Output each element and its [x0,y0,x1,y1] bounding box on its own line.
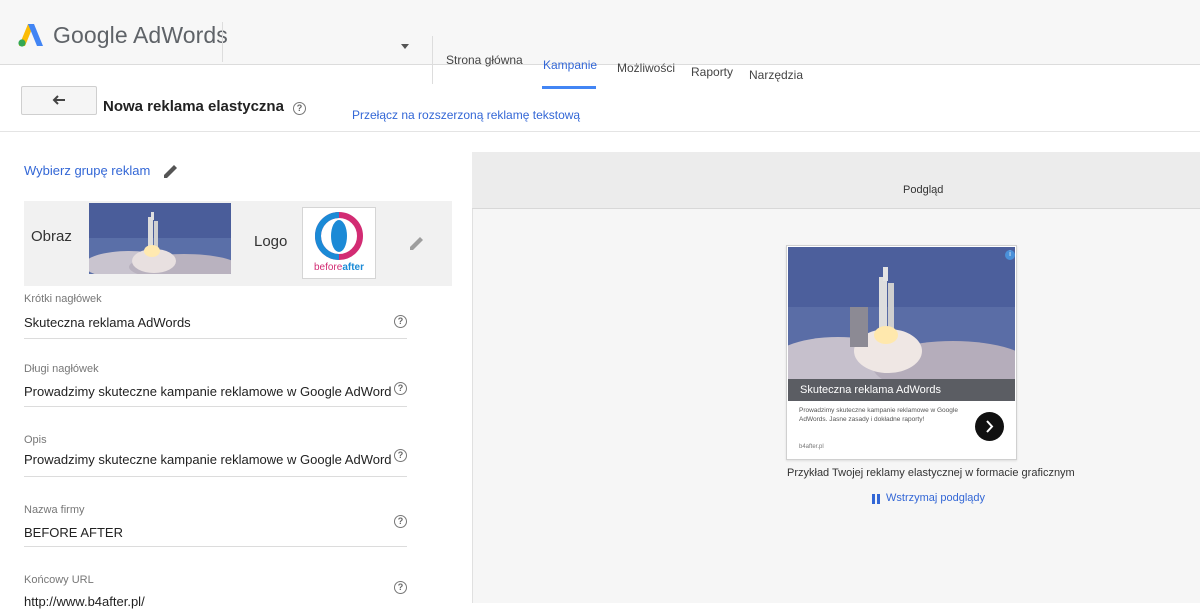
tab-home[interactable]: Strona główna [446,53,523,67]
adchoices-icon[interactable]: i [1005,250,1015,260]
logo-wordmark: beforeafter [313,262,365,273]
back-button[interactable] [21,86,97,115]
image-thumbnail[interactable] [89,203,231,274]
preview-caption: Przykład Twojej reklamy elastycznej w fo… [787,467,1075,479]
tab-campaigns[interactable]: Kampanie [543,58,597,72]
ad-description: Prowadzimy skuteczne kampanie reklamowe … [799,407,958,423]
active-tab-indicator [542,86,596,89]
pause-previews-link[interactable]: Wstrzymaj podglądy [872,492,985,504]
nav-divider [432,36,433,84]
description-input[interactable]: Prowadzimy skuteczne kampanie reklamowe … [24,452,392,467]
short-headline-help-icon[interactable]: ? [394,315,407,328]
description-underline [24,476,407,477]
description-label: Opis [24,434,47,446]
final-url-help-icon[interactable]: ? [394,581,407,594]
logo-thumbnail[interactable]: beforeafter [302,207,376,279]
before-after-logo-icon [315,212,363,260]
brand-name[interactable]: Google AdWords [53,22,228,49]
short-headline-input[interactable]: Skuteczna reklama AdWords [24,315,392,330]
rocket-launch-image [788,247,1015,379]
tab-tools[interactable]: Narzędzia [749,68,803,82]
business-name-help-icon[interactable]: ? [394,515,407,528]
title-help-icon[interactable]: ? [293,102,306,115]
preview-title: Podgląd [903,184,944,196]
long-headline-underline [24,406,407,407]
back-arrow-icon [52,95,65,105]
ad-headline-bar: Skuteczna reklama AdWords [788,379,1015,401]
business-name-label: Nazwa firmy [24,504,85,516]
account-dropdown-icon[interactable] [401,44,409,49]
final-url-label: Końcowy URL [24,574,94,586]
choose-ad-group-link[interactable]: Wybierz grupę reklam [24,163,150,178]
logo-label: Logo [254,233,288,250]
ad-preview-card[interactable]: i Skuteczna reklama AdWords Prowadzimy s… [786,245,1017,460]
rocket-launch-image [89,203,231,274]
business-name-underline [24,546,407,547]
description-help-icon[interactable]: ? [394,449,407,462]
edit-media-icon[interactable] [408,234,426,252]
edit-ad-group-icon[interactable] [162,162,180,180]
final-url-input[interactable]: http://www.b4after.pl/ [24,594,392,609]
tab-opportunities[interactable]: Możliwości [617,61,675,75]
business-name-input[interactable]: BEFORE AFTER [24,525,392,540]
adwords-logo-icon[interactable] [16,20,46,50]
long-headline-label: Długi nagłówek [24,363,99,375]
ad-headline: Skuteczna reklama AdWords [800,384,942,396]
long-headline-input[interactable]: Prowadzimy skuteczne kampanie reklamowe … [24,384,392,399]
tab-reports[interactable]: Raporty [691,65,733,79]
long-headline-help-icon[interactable]: ? [394,382,407,395]
preview-header [472,152,1200,209]
short-headline-label: Krótki nagłówek [24,293,102,305]
page-title: Nowa reklama elastyczna [103,98,284,115]
ad-domain: b4after.pl [799,444,824,450]
ad-arrow-button[interactable] [975,412,1004,441]
short-headline-underline [24,338,407,339]
chevron-right-icon [986,420,994,433]
image-label: Obraz [31,228,72,245]
ad-image: i [788,247,1015,379]
header-divider [222,22,223,62]
switch-to-text-ad-link[interactable]: Przełącz na rozszerzoną reklamę tekstową [352,108,580,122]
subheader-divider [0,131,1200,132]
